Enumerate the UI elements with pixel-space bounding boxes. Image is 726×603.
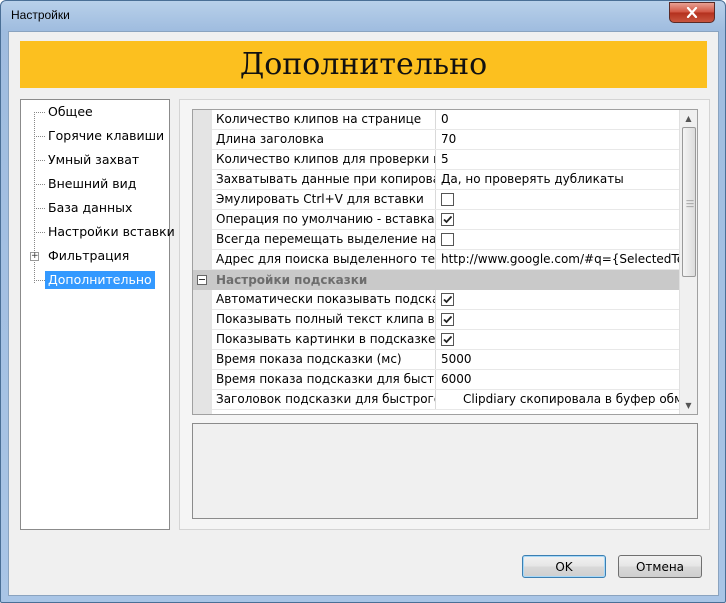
tree-item-label: Общее bbox=[48, 104, 93, 119]
property-name: Эмулировать Ctrl+V для вставки bbox=[212, 190, 436, 209]
property-name: Захватывать данные при копировании к bbox=[212, 170, 436, 189]
property-value[interactable]: 0 bbox=[441, 110, 679, 129]
tree-item-paste-settings[interactable]: Настройки вставки bbox=[45, 223, 178, 241]
tree-item-label: Настройки вставки bbox=[48, 224, 175, 239]
default-paste-checkbox[interactable] bbox=[441, 213, 454, 226]
images-tooltip-checkbox[interactable] bbox=[441, 333, 454, 346]
tree-item-label: Фильтрация bbox=[48, 248, 130, 263]
tree-expand-icon[interactable]: + bbox=[30, 252, 39, 261]
property-name: Адрес для поиска выделенного текста в bbox=[212, 250, 436, 269]
arrow-up-icon[interactable]: ▲ bbox=[680, 110, 697, 127]
property-name: Длина заголовка bbox=[212, 130, 436, 149]
tree-item-advanced[interactable]: Дополнительно bbox=[45, 271, 155, 289]
close-button[interactable] bbox=[669, 2, 715, 23]
property-value[interactable]: 5 bbox=[441, 150, 679, 169]
tree-item-appearance[interactable]: Внешний вид bbox=[45, 175, 139, 193]
property-row[interactable]: Длина заголовка 70 bbox=[212, 130, 679, 150]
property-value[interactable]: 5000 bbox=[441, 350, 679, 369]
tree-connector bbox=[34, 232, 45, 234]
page-banner: Дополнительно bbox=[20, 41, 707, 88]
property-value[interactable]: 6000 bbox=[441, 370, 679, 389]
grid-gutter bbox=[193, 110, 212, 414]
move-selection-checkbox[interactable] bbox=[441, 233, 454, 246]
property-row[interactable]: Эмулировать Ctrl+V для вставки bbox=[212, 190, 679, 210]
property-row[interactable]: Количество клипов для проверки на дубли … bbox=[212, 150, 679, 170]
dialog-body: Дополнительно Общее Горячие клавиши Умны… bbox=[8, 31, 719, 596]
settings-window: Настройки Дополнительно Общее Горячие кл… bbox=[0, 0, 726, 603]
property-name: Автоматически показывать подсказку п bbox=[212, 290, 436, 309]
tree-item-database[interactable]: База данных bbox=[45, 199, 135, 217]
property-row[interactable]: Время показа подсказки (мс) 5000 bbox=[212, 350, 679, 370]
auto-tooltip-checkbox[interactable] bbox=[441, 293, 454, 306]
check-icon bbox=[443, 215, 453, 224]
page-title: Дополнительно bbox=[239, 47, 488, 82]
check-icon bbox=[443, 315, 453, 324]
close-icon bbox=[686, 7, 698, 18]
property-value[interactable]: Clipdiary скопировала в буфер обмена bbox=[463, 390, 697, 409]
settings-tree: Общее Горячие клавиши Умный захват Внешн… bbox=[20, 99, 175, 530]
property-row[interactable]: Заголовок подсказки для быстрого копи Cl… bbox=[212, 390, 697, 410]
full-text-tooltip-checkbox[interactable] bbox=[441, 313, 454, 326]
tree-connector bbox=[34, 136, 45, 138]
collapse-icon[interactable] bbox=[197, 275, 207, 285]
tree-connector bbox=[34, 112, 45, 114]
property-name: Показывать полный текст клипа в подск bbox=[212, 310, 436, 329]
property-row[interactable]: Количество клипов на странице 0 bbox=[212, 110, 679, 130]
property-name: Количество клипов для проверки на дубли bbox=[212, 150, 436, 169]
tree-item-hotkeys[interactable]: Горячие клавиши bbox=[45, 127, 167, 145]
property-value[interactable]: http://www.google.com/#q={SelectedText} bbox=[441, 250, 679, 269]
property-value[interactable]: 70 bbox=[441, 130, 679, 149]
property-description bbox=[192, 423, 698, 519]
tree-item-general[interactable]: Общее bbox=[45, 103, 96, 121]
tree-item-label: Умный захват bbox=[48, 152, 140, 167]
tree-connector bbox=[34, 208, 45, 210]
tree-item-filtering[interactable]: Фильтрация bbox=[45, 247, 132, 265]
property-name: Всегда перемещать выделение на после bbox=[212, 230, 436, 249]
property-row[interactable]: Автоматически показывать подсказку п bbox=[212, 290, 679, 310]
property-name: Операция по умолчанию - вставка клип bbox=[212, 210, 436, 229]
category-label: Настройки подсказки bbox=[216, 273, 368, 287]
window-title: Настройки bbox=[11, 8, 70, 22]
settings-panel: Количество клипов на странице 0 Длина за… bbox=[179, 99, 710, 530]
scrollbar-thumb[interactable]: — — — bbox=[682, 127, 696, 277]
property-name: Показывать картинки в подсказке bbox=[212, 330, 436, 349]
check-icon bbox=[443, 335, 453, 344]
property-value[interactable]: Да, но проверять дубликаты bbox=[441, 170, 679, 189]
ok-button[interactable]: OK bbox=[522, 555, 606, 578]
tree-item-label: Внешний вид bbox=[48, 176, 137, 191]
tree-connector bbox=[34, 184, 45, 186]
property-row[interactable]: Адрес для поиска выделенного текста в ht… bbox=[212, 250, 679, 270]
title-bar[interactable]: Настройки bbox=[1, 1, 725, 31]
cancel-button[interactable]: Отмена bbox=[618, 555, 702, 578]
property-name: Количество клипов на странице bbox=[212, 110, 436, 129]
tree-item-label: Дополнительно bbox=[48, 272, 152, 287]
vertical-scrollbar[interactable]: ▲ — — — ▼ bbox=[679, 110, 697, 414]
property-row[interactable]: Показывать полный текст клипа в подск bbox=[212, 310, 679, 330]
property-name: Время показа подсказки (мс) bbox=[212, 350, 436, 369]
grip-icon: — — — bbox=[686, 196, 694, 211]
property-row[interactable]: Всегда перемещать выделение на после bbox=[212, 230, 679, 250]
property-name: Время показа подсказки для быстрого к bbox=[212, 370, 436, 389]
emulate-ctrl-v-checkbox[interactable] bbox=[441, 193, 454, 206]
tree-item-label: Горячие клавиши bbox=[48, 128, 165, 143]
property-row[interactable]: Время показа подсказки для быстрого к 60… bbox=[212, 370, 679, 390]
property-row[interactable]: Захватывать данные при копировании к Да,… bbox=[212, 170, 679, 190]
tree-item-label: База данных bbox=[48, 200, 133, 215]
property-row[interactable]: Показывать картинки в подсказке bbox=[212, 330, 679, 350]
check-icon bbox=[443, 295, 453, 304]
property-name: Заголовок подсказки для быстрого копи bbox=[212, 390, 436, 409]
tree-connector bbox=[34, 160, 45, 162]
category-tooltip-settings[interactable]: Настройки подсказки bbox=[193, 270, 679, 290]
arrow-down-icon[interactable]: ▼ bbox=[680, 397, 697, 414]
property-grid: Количество клипов на странице 0 Длина за… bbox=[192, 109, 698, 415]
tree-item-smart-capture[interactable]: Умный захват bbox=[45, 151, 142, 169]
tree-connector bbox=[34, 280, 45, 282]
property-row[interactable]: Операция по умолчанию - вставка клип bbox=[212, 210, 679, 230]
